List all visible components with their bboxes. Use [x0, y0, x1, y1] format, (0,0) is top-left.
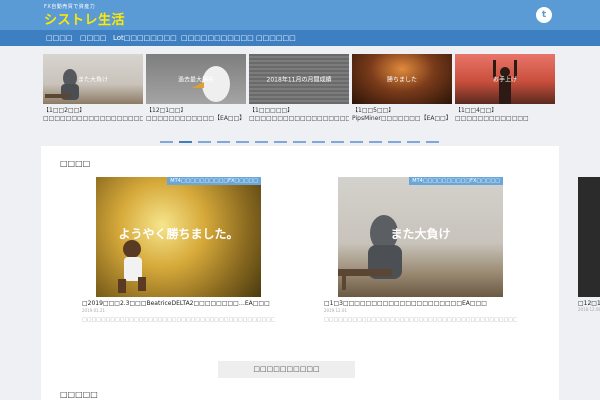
slide-badge: 過去最大損失 [177, 76, 215, 84]
slide-3[interactable]: 2018年11月の月間成績 【1□□□□□】□□□□□□□□□□□□□□□□□□… [249, 54, 349, 123]
slider-dot[interactable] [160, 141, 173, 143]
slide-caption[interactable]: 【12□1□□】□□□□□□□□□□□□【EA□□】 [146, 107, 246, 123]
slide-image: 過去最大損失 [146, 54, 246, 104]
post-date: 2018.12.08 [578, 307, 600, 312]
slide-caption[interactable]: 【1□□4□□】□□□□□□□□□□□□□ [455, 107, 555, 123]
slide-image: お手上げ [455, 54, 555, 104]
slide-image: 勝ちました [352, 54, 452, 104]
post-date: 2019.12.01 [324, 308, 347, 313]
post-thumbnail[interactable]: MT4□□□□□□□□□□FX□□□□□ ようやく勝ちました。 [96, 177, 261, 297]
post-excerpt: □□□□□□□□□□□□□□□□□□□□□□□□□□□□□□□□□□□□□□□□… [324, 317, 517, 323]
slider-dot[interactable] [293, 141, 306, 143]
slider-dot[interactable] [312, 141, 325, 143]
post-title[interactable]: □1□3□□□□□□□□□□□□□□□□□□□□□EA□□□ [324, 300, 517, 307]
nav-item-1[interactable]: □□□□ [46, 30, 72, 46]
nav-item-2[interactable]: □□□□ [80, 30, 106, 46]
slide-2[interactable]: 過去最大損失 【12□1□□】□□□□□□□□□□□□【EA□□】 [146, 54, 246, 123]
slider-dot[interactable] [274, 141, 287, 143]
slider-dot[interactable] [369, 141, 382, 143]
slider-dot[interactable] [407, 141, 420, 143]
twitter-icon[interactable]: t [536, 7, 552, 23]
site-logo[interactable]: シストレ生活 [44, 9, 125, 28]
post-excerpt: □□□□□□□□□□□□□□□□□□□□□□□□□□□□□□□□□□□□□□□□… [82, 317, 275, 323]
slider-dot[interactable] [426, 141, 439, 143]
nav-item-5[interactable]: □□□□□□ [256, 30, 296, 46]
section-title-2: □□□□□ [60, 390, 98, 399]
slide-4[interactable]: 勝ちました 【1□□5□□】PipsMiner□□□□□□□【EA□□】 [352, 54, 452, 123]
nav-item-3[interactable]: Lot□□□□□□□□ [113, 30, 177, 46]
more-posts-button[interactable]: □□□□□□□□□□ [218, 361, 355, 378]
slide-1[interactable]: また大負け 【1□□2□□】□□□□□□□□□□□□□□□□□□□□【EA□□】 [43, 54, 143, 123]
post-thumbnail[interactable] [578, 177, 600, 297]
slide-caption[interactable]: 【1□□2□□】□□□□□□□□□□□□□□□□□□□□【EA□□】 [43, 107, 143, 123]
slide-badge: お手上げ [492, 76, 518, 84]
post-title[interactable]: □2019□□□2.3□□□BeatriceDELTA2□□□□□□□□…EA□… [82, 300, 275, 307]
slide-image: 2018年11月の月間成績 [249, 54, 349, 104]
slider-dot[interactable] [198, 141, 211, 143]
slide-badge: 勝ちました [386, 76, 418, 84]
slider-dot-active[interactable] [179, 141, 192, 143]
post-thumbnail[interactable]: MT4□□□□□□□□□□FX□□□□□ また大負け [338, 177, 503, 297]
slider-dot[interactable] [388, 141, 401, 143]
site-header: FX自動売買で資産力 シストレ生活 t [0, 0, 600, 30]
slide-badge: また大負け [77, 76, 109, 84]
slide-caption[interactable]: 【1□□5□□】PipsMiner□□□□□□□【EA□□】 [352, 107, 452, 123]
category-label[interactable]: MT4□□□□□□□□□□FX□□□□□ [167, 177, 261, 185]
slider-dot[interactable] [331, 141, 344, 143]
slider-dot[interactable] [217, 141, 230, 143]
slide-image: また大負け [43, 54, 143, 104]
slider-dot[interactable] [255, 141, 268, 143]
thumbnail-overlay-text: ようやく勝ちました。 [118, 227, 239, 241]
section-title-recent: □□□□ [60, 159, 91, 168]
slide-caption[interactable]: 【1□□□□□】□□□□□□□□□□□□□□□□□□□□□□【EA□□】 [249, 107, 349, 123]
slide-5[interactable]: お手上げ 【1□□4□□】□□□□□□□□□□□□□ [455, 54, 555, 123]
thumbnail-overlay-text: また大負け [390, 227, 451, 241]
post-card-partial[interactable]: □12□1□□□ 2018.12.08 [578, 177, 600, 312]
category-label[interactable]: MT4□□□□□□□□□□FX□□□□□ [409, 177, 503, 185]
nav-item-4[interactable]: □□□□□□□□□□□ [181, 30, 254, 46]
main-nav: □□□□ □□□□ Lot□□□□□□□□ □□□□□□□□□□□ □□□□□□ [0, 30, 600, 46]
post-date: 2019.01.21 [82, 308, 105, 313]
slider-dot[interactable] [350, 141, 363, 143]
post-card[interactable]: MT4□□□□□□□□□□FX□□□□□ また大負け □1□3□□□□□□□□□… [324, 177, 517, 338]
slider-pagination [160, 141, 440, 143]
post-card[interactable]: MT4□□□□□□□□□□FX□□□□□ ようやく勝ちました。 □2019□□□… [82, 177, 275, 338]
slider-dot[interactable] [236, 141, 249, 143]
post-title[interactable]: □12□1□□□ [578, 300, 600, 307]
slide-badge: 2018年11月の月間成績 [266, 76, 332, 84]
